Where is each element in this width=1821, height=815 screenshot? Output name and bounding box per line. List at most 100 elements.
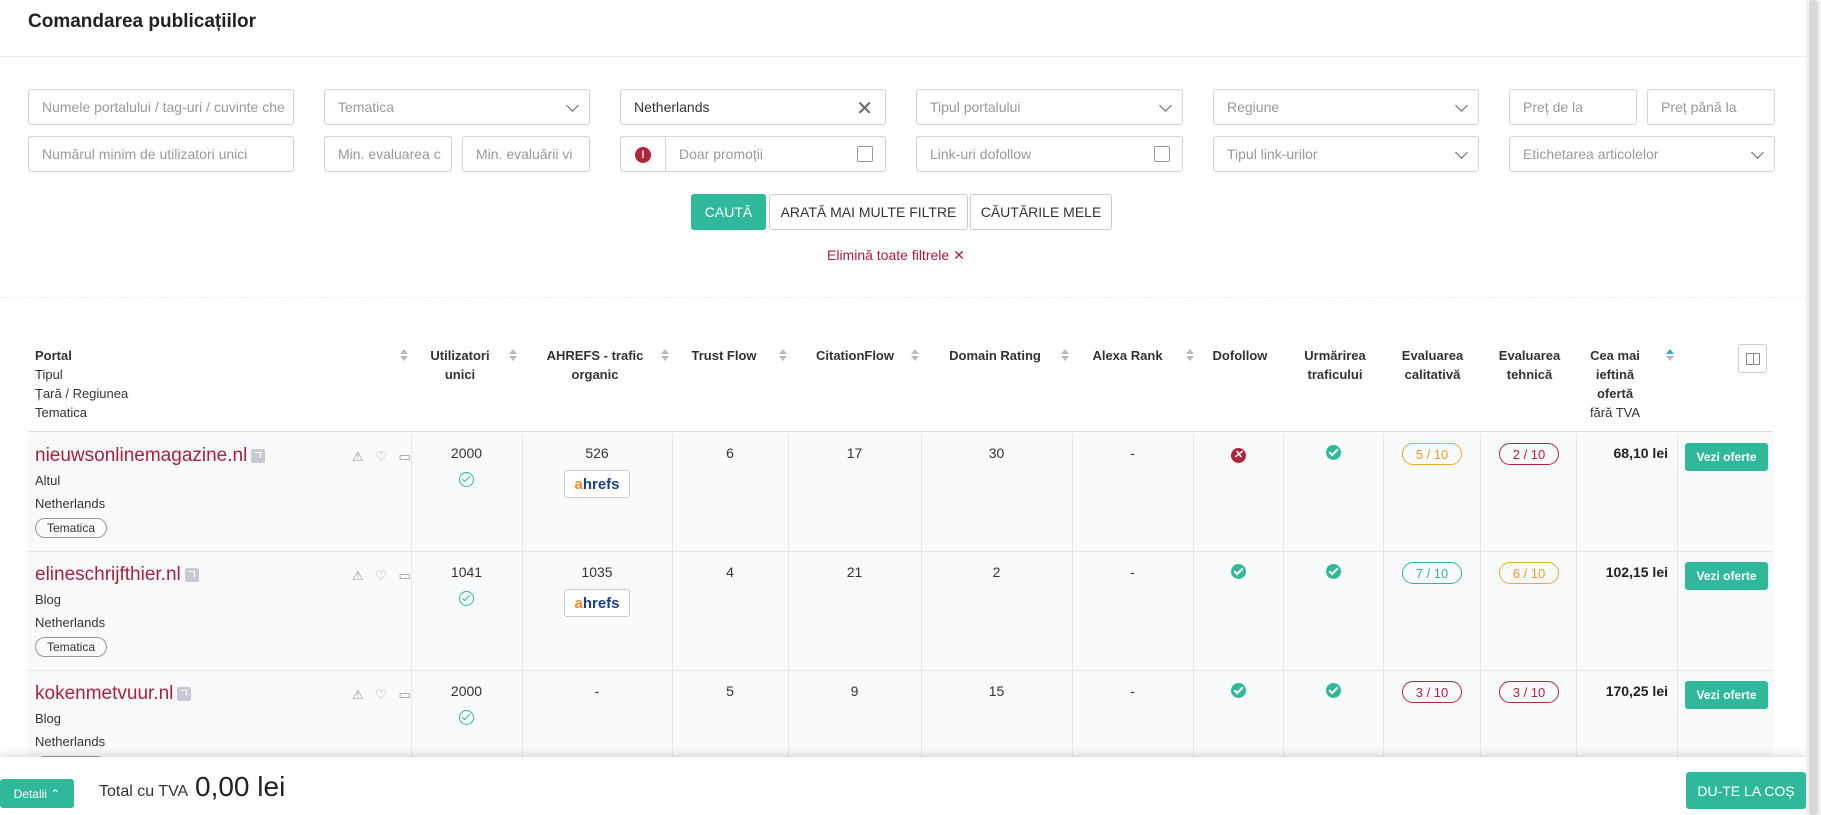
sort-icon[interactable] bbox=[661, 349, 669, 361]
sort-icon[interactable] bbox=[911, 349, 919, 361]
row-action-icons[interactable]: ⚠ ♡ ▭ bbox=[352, 568, 415, 584]
portal-type: Blog bbox=[35, 592, 62, 607]
header-citation-flow[interactable]: CitationFlow bbox=[800, 346, 910, 365]
scrollbar-thumb[interactable] bbox=[1809, 0, 1818, 815]
domain-rating-value: 2 bbox=[992, 564, 1001, 580]
ahrefs-traffic-value: 526 bbox=[585, 445, 609, 461]
tematica-tag[interactable]: Tematica bbox=[35, 637, 108, 657]
header-unique-users[interactable]: Utilizatori unici bbox=[420, 346, 500, 384]
column-divider bbox=[1480, 552, 1481, 670]
tracking-yes-icon bbox=[1283, 564, 1383, 582]
more-filters-button[interactable]: ARATĂ MAI MULTE FILTRE bbox=[769, 194, 968, 230]
portal-type: Altul bbox=[35, 473, 61, 488]
portal-search-input[interactable]: Numele portalului / tag-uri / cuvinte ch… bbox=[28, 89, 294, 125]
sort-icon[interactable] bbox=[509, 349, 517, 361]
ahrefs-traffic-value: 1035 bbox=[581, 564, 613, 580]
unique-users-value: 1041 bbox=[450, 564, 483, 580]
ahrefs-logo[interactable]: a hrefs bbox=[564, 470, 630, 498]
min-users-input[interactable]: Numărul minim de utilizatori unici bbox=[28, 136, 294, 172]
column-toggle-icon[interactable] bbox=[1738, 344, 1767, 373]
header-dofollow: Dofollow bbox=[1212, 348, 1268, 363]
sort-icon[interactable] bbox=[1186, 349, 1194, 361]
citation-flow-value: 21 bbox=[846, 564, 863, 580]
bottom-bar: Detalii ⌃ Total cu TVA 0,00 lei DU-TE LA… bbox=[0, 757, 1806, 815]
alexa-rank-value: - bbox=[1130, 445, 1135, 461]
tracking-yes-icon bbox=[1283, 445, 1383, 463]
promotions-filter[interactable]: ! Doar promoții bbox=[620, 136, 886, 172]
chevron-down-icon bbox=[1455, 146, 1468, 159]
tematica-tag[interactable]: Tematica bbox=[35, 518, 108, 538]
sort-icon[interactable] bbox=[400, 349, 408, 361]
tematica-select[interactable]: Tematica bbox=[324, 89, 590, 125]
external-link-icon[interactable] bbox=[251, 448, 266, 463]
sort-icon[interactable] bbox=[779, 349, 787, 361]
header-ahrefs[interactable]: AHREFS - trafic organic bbox=[535, 346, 655, 384]
country-select[interactable]: Netherlands ✕ bbox=[620, 89, 886, 125]
cheapest-price: 102,15 lei bbox=[1605, 564, 1668, 580]
min-rating-input[interactable]: Min. evaluarea c bbox=[324, 136, 452, 172]
dofollow-checkbox[interactable] bbox=[1154, 146, 1170, 162]
clear-country-icon[interactable]: ✕ bbox=[856, 96, 873, 121]
verified-users-icon bbox=[411, 472, 522, 490]
dofollow-filter[interactable]: Link-uri dofollow bbox=[916, 136, 1183, 172]
tech-rating-badge[interactable]: 2 / 10 bbox=[1499, 443, 1559, 465]
details-button[interactable]: Detalii ⌃ bbox=[0, 779, 74, 808]
tech-rating-badge[interactable]: 6 / 10 bbox=[1499, 562, 1559, 584]
column-divider bbox=[1677, 433, 1678, 551]
close-icon: ✕ bbox=[953, 247, 965, 263]
quality-rating-badge[interactable]: 7 / 10 bbox=[1402, 562, 1462, 584]
quality-rating-badge[interactable]: 3 / 10 bbox=[1402, 681, 1462, 703]
portal-link[interactable]: nieuwsonlinemagazine.nl bbox=[35, 445, 266, 467]
portal-country: Netherlands bbox=[35, 496, 106, 511]
view-offers-button[interactable]: Vezi oferte bbox=[1685, 562, 1768, 590]
verified-users-icon bbox=[411, 591, 522, 609]
page-header: Comandarea publicațiilor bbox=[0, 0, 1806, 57]
promotion-alert-icon: ! bbox=[621, 137, 666, 171]
sort-icon[interactable] bbox=[1061, 349, 1069, 361]
header-traffic-tracking: Urmărirea traficului bbox=[1304, 348, 1366, 382]
column-divider bbox=[1383, 552, 1384, 670]
view-offers-button[interactable]: Vezi oferte bbox=[1685, 681, 1768, 709]
external-link-icon[interactable] bbox=[184, 567, 199, 582]
tech-rating-badge[interactable]: 3 / 10 bbox=[1499, 681, 1559, 703]
dofollow-yes-icon bbox=[1193, 683, 1283, 701]
header-domain-rating[interactable]: Domain Rating bbox=[935, 346, 1055, 365]
page: Comandarea publicațiilor Numele portalul… bbox=[0, 0, 1806, 815]
link-type-select[interactable]: Tipul link-urilor bbox=[1213, 136, 1479, 172]
domain-rating-value: 30 bbox=[988, 445, 1005, 461]
cheapest-price: 170,25 lei bbox=[1605, 683, 1668, 699]
trust-flow-value: 5 bbox=[726, 683, 734, 699]
row-action-icons[interactable]: ⚠ ♡ ▭ bbox=[352, 449, 415, 465]
header-trust-flow[interactable]: Trust Flow bbox=[680, 346, 768, 365]
row-action-icons[interactable]: ⚠ ♡ ▭ bbox=[352, 687, 415, 703]
search-button[interactable]: CAUTĂ bbox=[691, 194, 766, 230]
price-to-input[interactable]: Preț până la bbox=[1647, 89, 1775, 125]
chevron-down-icon bbox=[1159, 99, 1172, 112]
article-label-select[interactable]: Etichetarea articolelor bbox=[1509, 136, 1775, 172]
verified-users-icon bbox=[411, 710, 522, 728]
scrollbar[interactable] bbox=[1806, 0, 1821, 815]
ahrefs-logo[interactable]: a hrefs bbox=[564, 589, 630, 617]
portal-link[interactable]: kokenmetvuur.nl bbox=[35, 683, 192, 705]
header-cheapest-offer[interactable]: Cea mai ieftină ofertă fără TVA bbox=[1570, 346, 1660, 422]
clear-all-filters-link[interactable]: Elimină toate filtrele ✕ bbox=[827, 247, 965, 264]
total-value: 0,00 lei bbox=[195, 771, 286, 802]
view-offers-button[interactable]: Vezi oferte bbox=[1685, 443, 1768, 471]
min-ratings-count-input[interactable]: Min. evaluării vi bbox=[462, 136, 590, 172]
header-tech-rating: Evaluarea tehnică bbox=[1498, 348, 1561, 382]
portal-link[interactable]: elineschrijfthier.nl bbox=[35, 564, 199, 586]
cheapest-price: 68,10 lei bbox=[1613, 445, 1669, 461]
go-to-cart-button[interactable]: DU-TE LA COȘ bbox=[1686, 772, 1806, 809]
header-alexa-rank[interactable]: Alexa Rank bbox=[1080, 346, 1175, 365]
header-portal[interactable]: Portal Tipul Țară / Regiunea Tematica bbox=[35, 346, 128, 422]
portal-type-select[interactable]: Tipul portalului bbox=[916, 89, 1183, 125]
region-select[interactable]: Regiune bbox=[1213, 89, 1479, 125]
price-from-input[interactable]: Preț de la bbox=[1509, 89, 1637, 125]
promotions-checkbox[interactable] bbox=[857, 146, 873, 162]
sort-asc-icon[interactable] bbox=[1666, 349, 1674, 361]
column-divider bbox=[1383, 433, 1384, 551]
my-searches-button[interactable]: CĂUTĂRILE MELE bbox=[970, 194, 1112, 230]
external-link-icon[interactable] bbox=[177, 686, 192, 701]
unique-users-value: 2000 bbox=[450, 445, 483, 461]
quality-rating-badge[interactable]: 5 / 10 bbox=[1402, 443, 1462, 465]
